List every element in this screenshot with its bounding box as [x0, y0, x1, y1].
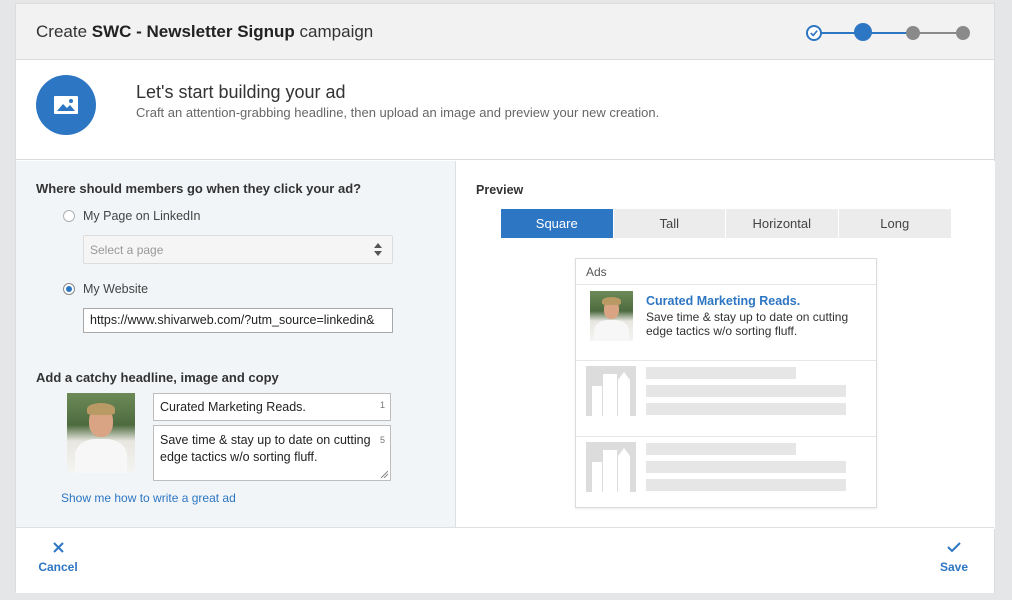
avatar-shirt: [75, 439, 127, 473]
close-icon: [52, 542, 64, 553]
page-select[interactable]: Select a page: [83, 235, 393, 264]
placeholder-bar: [646, 461, 846, 473]
save-label: Save: [939, 560, 969, 574]
tab-square[interactable]: Square: [501, 209, 614, 238]
destination-question: Where should members go when they click …: [36, 181, 362, 196]
intro-title: Let's start building your ad: [136, 82, 346, 102]
help-link[interactable]: Show me how to write a great ad: [61, 491, 236, 505]
website-url-input[interactable]: https://www.shivarweb.com/?utm_source=li…: [83, 308, 393, 333]
ad-image-upload[interactable]: [67, 393, 135, 473]
tab-long[interactable]: Long: [838, 209, 951, 238]
building-icon: [586, 442, 636, 492]
step-2-current: [854, 23, 872, 41]
headline-text: Curated Marketing Reads.: [160, 400, 306, 414]
image-icon: [36, 75, 96, 135]
check-icon: [947, 542, 961, 553]
title-suffix: campaign: [294, 22, 374, 41]
cancel-button[interactable]: Cancel: [36, 542, 80, 574]
step-connector-active: [870, 32, 910, 34]
placeholder-ad-2: [576, 437, 876, 513]
radio-website-label: My Website: [83, 282, 149, 296]
thumb-shirt: [594, 320, 629, 341]
placeholder-bar: [646, 479, 846, 491]
ad-preview-copy: Save time & stay up to date on cutting e…: [646, 310, 849, 338]
preview-panel: Preview Square Tall Horizontal Long Ads …: [456, 161, 995, 529]
campaign-modal: Create SWC - Newsletter Signup campaign …: [15, 3, 995, 593]
headline-counter: 1: [379, 400, 385, 410]
radio-linkedin-page[interactable]: [63, 210, 75, 222]
campaign-name: SWC - Newsletter Signup: [91, 22, 295, 41]
save-button[interactable]: Save: [934, 542, 974, 574]
ad-setup-panel: Where should members go when they click …: [16, 161, 456, 529]
headline-input[interactable]: Curated Marketing Reads. 1: [153, 393, 391, 421]
select-arrows-icon: [374, 243, 382, 256]
placeholder-bar: [646, 403, 846, 415]
step-4-pending: [956, 26, 970, 40]
step-3-pending: [906, 26, 920, 40]
ad-card-header: Ads: [576, 259, 876, 285]
ad-preview-card: Ads Curated Marketing Reads. Save time &…: [575, 258, 877, 508]
step-connector-pending: [918, 32, 960, 34]
preview-label: Preview: [476, 183, 524, 197]
page-select-placeholder: Select a page: [90, 243, 164, 257]
ad-preview-item: Curated Marketing Reads. Save time & sta…: [576, 285, 876, 361]
page-title: Create SWC - Newsletter Signup campaign: [36, 22, 373, 42]
copy-counter: 5: [379, 435, 385, 445]
resize-grip-icon[interactable]: [381, 471, 388, 478]
step-1-complete[interactable]: [806, 25, 822, 41]
tab-tall[interactable]: Tall: [613, 209, 726, 238]
radio-website[interactable]: [63, 283, 75, 295]
check-icon: [810, 30, 818, 37]
radio-option-website[interactable]: My Website: [63, 282, 148, 296]
placeholder-bar: [646, 443, 796, 455]
building-icon: [586, 366, 636, 416]
preview-tabs: Square Tall Horizontal Long: [501, 209, 951, 238]
creative-section-label: Add a catchy headline, image and copy: [36, 370, 279, 385]
cancel-label: Cancel: [38, 560, 78, 574]
ad-thumbnail: [590, 291, 633, 341]
avatar-hair: [87, 403, 115, 415]
title-prefix: Create: [36, 22, 92, 41]
tab-horizontal[interactable]: Horizontal: [726, 209, 839, 238]
progress-stepper: [806, 23, 972, 43]
radio-linkedin-page-label: My Page on LinkedIn: [83, 209, 201, 223]
intro-subtitle: Craft an attention-grabbing headline, th…: [136, 105, 660, 120]
modal-footer: Cancel Save: [16, 527, 994, 593]
placeholder-ad-1: [576, 361, 876, 437]
copy-text: Save time & stay up to date on cutting e…: [160, 433, 371, 464]
copy-textarea[interactable]: Save time & stay up to date on cutting e…: [153, 425, 391, 481]
radio-option-linkedin-page[interactable]: My Page on LinkedIn: [63, 209, 200, 223]
placeholder-bar: [646, 367, 796, 379]
placeholder-bar: [646, 385, 846, 397]
intro-section: Let's start building your ad Craft an at…: [16, 60, 994, 160]
modal-header: Create SWC - Newsletter Signup campaign: [16, 4, 994, 60]
ad-preview-headline: Curated Marketing Reads.: [646, 294, 801, 308]
thumb-hair: [602, 297, 621, 305]
